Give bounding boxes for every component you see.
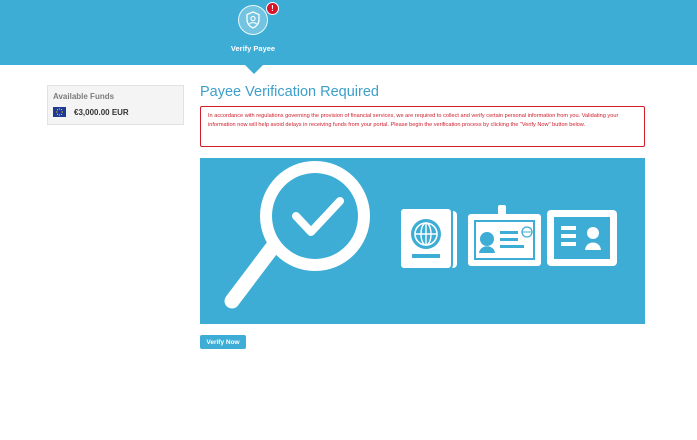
- verification-illustration: [200, 158, 645, 324]
- available-funds-card: Available Funds €3,000.00 EUR: [47, 85, 184, 125]
- top-header: [0, 0, 697, 65]
- funds-title: Available Funds: [53, 92, 115, 101]
- verify-now-button[interactable]: Verify Now: [200, 335, 246, 349]
- funds-amount: €3,000.00 EUR: [74, 107, 129, 117]
- step-label[interactable]: Verify Payee: [214, 44, 292, 53]
- passport-icon: [399, 207, 457, 270]
- verify-payee-step[interactable]: [238, 5, 268, 35]
- eu-flag-icon: [53, 107, 66, 117]
- alert-badge: !: [266, 2, 279, 15]
- id-badge-icon: [468, 205, 541, 266]
- page-title: Payee Verification Required: [200, 84, 379, 100]
- verification-notice: In accordance with regulations governing…: [200, 106, 645, 147]
- shield-user-icon: [246, 11, 260, 29]
- active-step-pointer: [244, 64, 264, 74]
- id-card-icon: [547, 210, 617, 266]
- funds-row: €3,000.00 EUR: [53, 107, 129, 117]
- magnifier-check-icon: [224, 161, 370, 309]
